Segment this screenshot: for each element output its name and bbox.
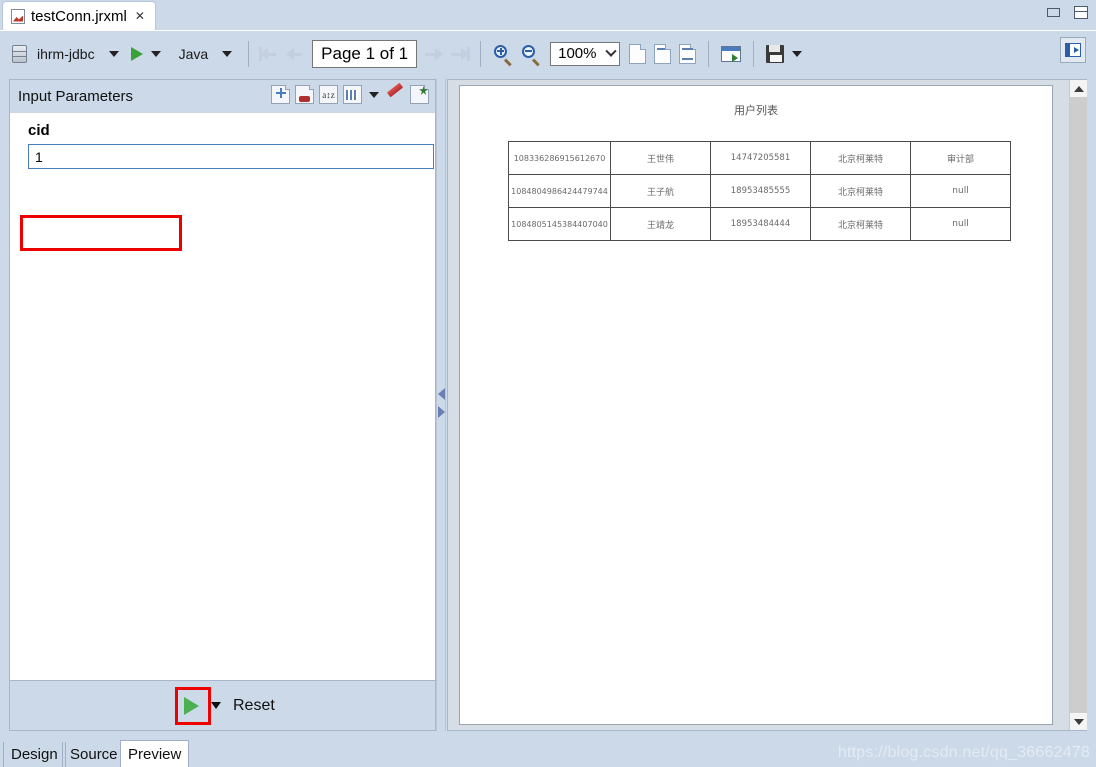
last-page-icon[interactable]: [448, 43, 471, 65]
run-report-icon[interactable]: [130, 46, 143, 61]
parameter-label-cid: cid: [28, 122, 50, 139]
run-report-button[interactable]: [184, 696, 199, 715]
cell-tel: 14747205581: [710, 141, 811, 175]
scrollbar-thumb[interactable]: [1070, 97, 1087, 713]
toggle-panel-icon[interactable]: [1060, 37, 1086, 63]
page-title: Input Parameters: [18, 87, 134, 105]
save-icon[interactable]: [765, 44, 784, 63]
run-dropdown-caret-footer[interactable]: [211, 702, 221, 709]
next-page-icon[interactable]: [422, 43, 444, 65]
zoom-level-select[interactable]: 100%: [550, 41, 620, 66]
database-icon: [12, 44, 27, 63]
minimize-icon[interactable]: [1047, 8, 1060, 17]
remove-parameter-icon[interactable]: [295, 85, 314, 104]
parameter-set-icon[interactable]: [343, 85, 362, 104]
toolbar-separator-2: [480, 40, 482, 67]
table-row: 1084805145384407040 王靖龙 18953484444 北京柯莱…: [508, 207, 1011, 241]
first-page-icon[interactable]: [259, 43, 281, 65]
document-tab-testconn[interactable]: testConn.jrxml ✕: [2, 1, 156, 30]
collapse-right-icon[interactable]: [438, 406, 445, 418]
new-parameter-icon[interactable]: [410, 85, 429, 104]
cell-tel: 18953485555: [710, 174, 811, 208]
jasper-studio-window: testConn.jrxml ✕ ihrm-jdbc Java Page 1 o…: [0, 0, 1096, 767]
save-dropdown-caret[interactable]: [791, 50, 802, 57]
cell-company: 北京柯莱特: [810, 174, 911, 208]
toolbar-separator-3: [707, 40, 709, 67]
report-page: 用户列表 108336286915612670 王世伟 14747205581 …: [459, 85, 1053, 725]
window-controls: [1047, 6, 1088, 19]
zoom-level-value: 100%: [558, 45, 597, 62]
fit-page-icon[interactable]: [678, 43, 696, 64]
preview-vertical-scrollbar[interactable]: [1069, 80, 1087, 730]
zoom-out-icon[interactable]: [521, 44, 541, 66]
tab-source[interactable]: Source: [62, 742, 126, 767]
cell-id: 1084804986424479744: [508, 174, 611, 208]
input-parameters-footer: Reset: [10, 680, 435, 730]
collapse-left-icon[interactable]: [438, 388, 445, 400]
actual-size-icon[interactable]: [653, 43, 671, 64]
previous-page-icon[interactable]: [285, 43, 307, 65]
tab-design[interactable]: Design: [3, 742, 66, 767]
toolbar-separator: [248, 40, 250, 67]
parameter-set-caret[interactable]: [369, 91, 379, 98]
toolbar-separator-4: [752, 40, 754, 67]
scroll-down-icon[interactable]: [1070, 713, 1087, 730]
restore-icon[interactable]: [1074, 6, 1088, 19]
cell-name: 王子航: [610, 174, 711, 208]
table-row: 108336286915612670 王世伟 14747205581 北京柯莱特…: [508, 141, 1011, 175]
zoom-in-icon[interactable]: [493, 44, 513, 66]
cell-company: 北京柯莱特: [810, 141, 911, 175]
watermark-text: https://blog.csdn.net/qq_36662478: [837, 744, 1090, 761]
scroll-up-icon[interactable]: [1070, 80, 1087, 97]
input-parameters-header: Input Parameters a↕z: [10, 80, 435, 112]
single-page-icon[interactable]: [628, 43, 646, 64]
reset-button[interactable]: Reset: [233, 697, 275, 715]
page-indicator[interactable]: Page 1 of 1: [312, 39, 418, 68]
datasource-dropdown-caret[interactable]: [108, 50, 119, 57]
report-table-body: 108336286915612670 王世伟 14747205581 北京柯莱特…: [508, 141, 1011, 241]
cell-dept: null: [910, 174, 1011, 208]
run-dropdown-caret[interactable]: [150, 50, 161, 57]
report-preview-panel: 用户列表 108336286915612670 王世伟 14747205581 …: [447, 79, 1087, 731]
cell-name: 王靖龙: [610, 207, 711, 241]
language-label[interactable]: Java: [169, 46, 215, 62]
export-icon[interactable]: [720, 45, 741, 62]
tab-preview[interactable]: Preview: [120, 740, 190, 767]
editor-mode-tabs: Design Source Preview https://blog.csdn.…: [0, 736, 1096, 767]
cell-id: 108336286915612670: [508, 141, 611, 175]
add-parameter-icon[interactable]: [271, 85, 290, 104]
clear-parameters-icon[interactable]: [386, 85, 405, 104]
cell-id: 1084805145384407040: [508, 207, 611, 241]
datasource-label[interactable]: ihrm-jdbc: [27, 46, 101, 62]
document-tab-label: testConn.jrxml: [31, 7, 127, 25]
panel-splitter[interactable]: [436, 79, 446, 731]
report-title: 用户列表: [734, 104, 778, 117]
report-table: 108336286915612670 王世伟 14747205581 北京柯莱特…: [508, 141, 1011, 241]
chevron-down-icon: [604, 45, 617, 57]
main-toolbar: ihrm-jdbc Java Page 1 of 1 100%: [0, 30, 1096, 76]
cell-company: 北京柯莱特: [810, 207, 911, 241]
title-tab-bar: testConn.jrxml ✕: [0, 0, 1096, 30]
cid-input[interactable]: [28, 144, 434, 169]
input-parameters-panel: Input Parameters a↕z cid Reset: [9, 79, 436, 731]
sort-parameters-icon[interactable]: a↕z: [319, 85, 338, 104]
jrxml-file-icon: [11, 8, 25, 24]
input-parameters-body: cid: [10, 112, 435, 680]
language-dropdown-caret[interactable]: [222, 50, 233, 57]
input-parameters-toolbar: a↕z: [271, 85, 429, 104]
cell-dept: null: [910, 207, 1011, 241]
table-row: 1084804986424479744 王子航 18953485555 北京柯莱…: [508, 174, 1011, 208]
cell-name: 王世伟: [610, 141, 711, 175]
cell-dept: 审计部: [910, 141, 1011, 175]
cell-tel: 18953484444: [710, 207, 811, 241]
close-icon[interactable]: ✕: [135, 9, 145, 23]
parameter-field-wrap-cid: [28, 144, 434, 169]
